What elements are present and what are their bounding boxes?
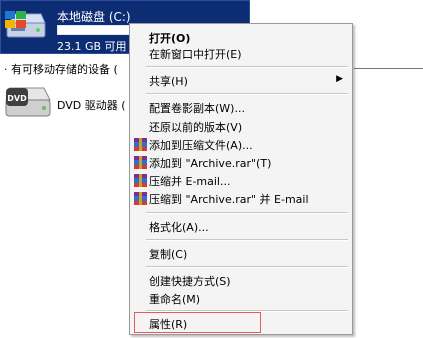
menu-item-copy[interactable]: 复制(C) bbox=[132, 244, 350, 262]
winrar-icon bbox=[134, 174, 147, 187]
winrar-icon bbox=[134, 138, 147, 151]
dvd-drive-icon: DVD bbox=[5, 87, 51, 117]
drive-title: 本地磁盘 (C:) bbox=[57, 10, 131, 24]
properties-highlight-box bbox=[134, 312, 261, 333]
collapse-arrow-icon: · bbox=[4, 63, 8, 76]
menu-separator bbox=[146, 239, 348, 241]
menu-separator bbox=[146, 212, 348, 214]
context-menu: 打开(O) 在新窗口中打开(E) 共享(H) ▶ 配置卷影副本(W)... 还原… bbox=[129, 23, 353, 335]
group-divider bbox=[354, 68, 423, 69]
menu-item-add-to-archive-rar[interactable]: 添加到 "Archive.rar"(T) bbox=[132, 153, 350, 171]
menu-item-share[interactable]: 共享(H) ▶ bbox=[132, 71, 350, 89]
removable-devices-header[interactable]: · 有可移动存储的设备 ( bbox=[4, 61, 118, 77]
menu-separator bbox=[146, 266, 348, 268]
dvd-drive-item[interactable]: DVD DVD 驱动器 ( bbox=[4, 82, 129, 132]
menu-separator bbox=[146, 93, 348, 95]
drive-free-space: 23.1 GB 可用 bbox=[57, 40, 127, 53]
menu-item-add-to-archive[interactable]: 添加到压缩文件(A)... bbox=[132, 135, 350, 153]
removable-devices-label: 有可移动存储的设备 ( bbox=[11, 63, 118, 76]
menu-item-open-new-window[interactable]: 在新窗口中打开(E) bbox=[132, 44, 350, 62]
menu-item-configure-shadow-copies[interactable]: 配置卷影副本(W)... bbox=[132, 98, 350, 116]
winrar-icon bbox=[134, 156, 147, 169]
winrar-icon bbox=[134, 192, 147, 205]
menu-separator bbox=[146, 66, 348, 68]
menu-item-compress-rar-and-email[interactable]: 压缩到 "Archive.rar" 并 E-mail bbox=[132, 189, 350, 207]
menu-item-restore-previous-versions[interactable]: 还原以前的版本(V) bbox=[132, 117, 350, 135]
svg-text:DVD: DVD bbox=[7, 94, 27, 103]
hard-drive-icon bbox=[5, 11, 46, 38]
chevron-right-icon: ▶ bbox=[336, 74, 343, 84]
menu-item-compress-and-email[interactable]: 压缩并 E-mail... bbox=[132, 171, 350, 189]
menu-item-rename[interactable]: 重命名(M) bbox=[132, 289, 350, 307]
menu-item-create-shortcut[interactable]: 创建快捷方式(S) bbox=[132, 271, 350, 289]
dvd-drive-label: DVD 驱动器 ( bbox=[57, 99, 126, 112]
menu-item-format[interactable]: 格式化(A)... bbox=[132, 217, 350, 235]
